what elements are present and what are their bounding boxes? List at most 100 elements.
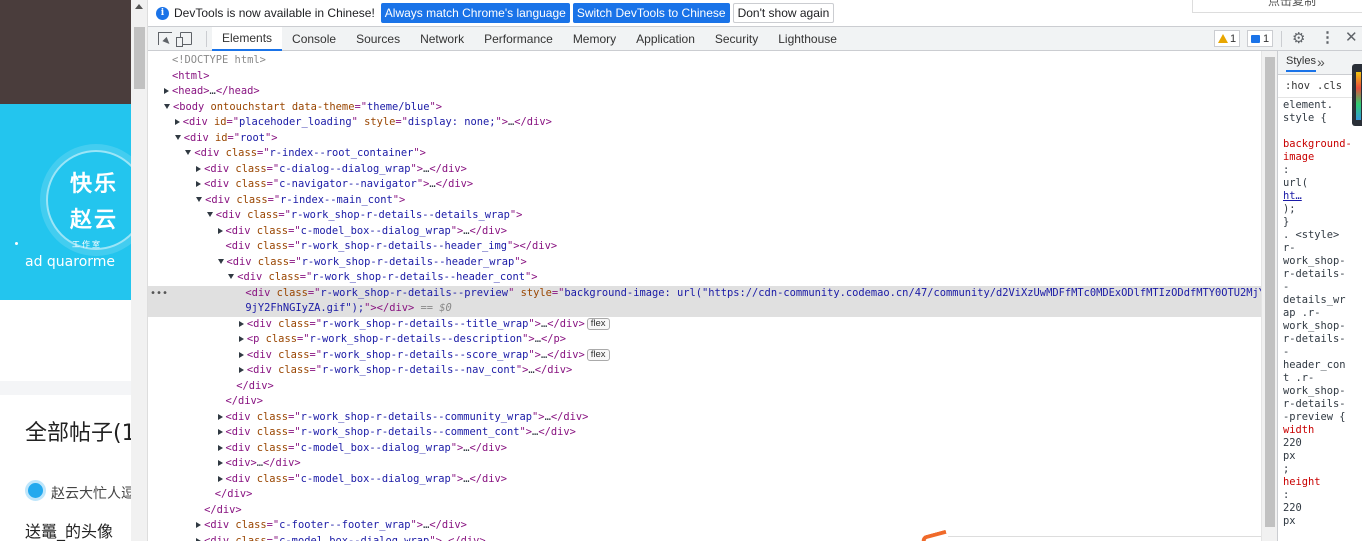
tab-memory[interactable]: Memory (563, 27, 626, 51)
dom-node-row[interactable]: <div class="c-model_box--dialog_wrap">…<… (148, 534, 1261, 541)
tab-elements[interactable]: Elements (212, 27, 283, 51)
cls-toggle[interactable]: .cls (1317, 80, 1342, 92)
scrollbar-thumb[interactable] (134, 27, 145, 89)
dom-node-row[interactable]: <p class="r-work_shop-r-details--descrip… (148, 332, 1261, 348)
dom-node-row[interactable]: <div class="r-work_shop-r-details--comme… (148, 425, 1261, 441)
warnings-badge[interactable]: 1 (1214, 30, 1241, 47)
expand-arrow-icon[interactable] (217, 475, 223, 482)
collapse-arrow-icon[interactable] (164, 103, 170, 109)
expand-arrow-icon[interactable] (196, 181, 202, 187)
dom-node-row[interactable]: <body ontouchstart data-theme="theme/blu… (148, 100, 1261, 116)
tab-application[interactable]: Application (626, 27, 705, 51)
dom-node-row[interactable]: <div class="r-work_shop-r-details--heade… (148, 255, 1261, 271)
dom-node-row[interactable]: <div class="r-work_shop-r-details--score… (148, 348, 1261, 364)
dom-node-row[interactable]: <div class="r-work_shop-r-details--title… (148, 317, 1261, 333)
dom-node-row[interactable]: <div class="c-dialog--dialog_wrap">…</di… (148, 162, 1261, 178)
inspect-element-icon[interactable] (158, 32, 172, 45)
collapse-arrow-icon[interactable] (217, 258, 224, 264)
dom-node-row[interactable]: <div id="placehoder_loading" style="disp… (148, 115, 1261, 131)
author-name[interactable]: 赵云大忙人逗 (51, 483, 131, 503)
markup-token: class (256, 426, 289, 438)
dom-node-row[interactable]: <div class="r-work_shop-r-details--heade… (148, 239, 1261, 255)
markup-token: "></div> (507, 240, 558, 252)
flex-badge[interactable]: flex (586, 348, 610, 361)
expand-arrow-icon[interactable] (217, 413, 223, 420)
collapse-arrow-icon[interactable] (174, 134, 181, 140)
dom-node-row[interactable]: <div>…</div> (148, 456, 1261, 472)
expand-arrow-icon[interactable] (217, 429, 223, 435)
dom-node-row[interactable]: <div class="r-work_shop-r-details--commu… (148, 410, 1261, 426)
css-url-link[interactable]: ht… (1283, 190, 1302, 203)
markup-token: background-image: url("https://cdn-commu… (564, 286, 1261, 299)
tab-lighthouse[interactable]: Lighthouse (768, 27, 847, 51)
elements-scrollbar[interactable] (1261, 51, 1277, 541)
expand-arrow-icon[interactable] (217, 227, 223, 234)
dom-node-row[interactable]: <!DOCTYPE html> (148, 53, 1261, 69)
tab-performance[interactable]: Performance (474, 27, 563, 51)
dom-node-row[interactable]: <div id="root"> (148, 131, 1261, 147)
dom-node-row[interactable]: <div class="r-work_shop-r-details--heade… (148, 270, 1261, 286)
gear-icon[interactable]: ⚙ (1292, 31, 1305, 46)
dom-node-row[interactable]: </div> (148, 487, 1261, 503)
expand-arrow-icon[interactable] (217, 444, 223, 451)
dom-node-row[interactable]: <div class="c-model_box--dialog_wrap">…<… (148, 224, 1261, 240)
tab-console[interactable]: Console (282, 27, 346, 51)
collapse-arrow-icon[interactable] (206, 212, 213, 217)
post-title[interactable]: 送鼉_的头像 (25, 518, 113, 541)
expand-arrow-icon[interactable] (238, 336, 244, 342)
expand-arrow-icon[interactable] (238, 351, 244, 358)
avatar[interactable] (25, 480, 46, 501)
tab-network[interactable]: Network (410, 27, 474, 51)
dom-node-row[interactable]: <div class="r-index--root_container"> (148, 146, 1261, 162)
dom-node-row[interactable]: <div class="c-footer--footer_wrap">…</di… (148, 518, 1261, 534)
hov-toggle[interactable]: :hov (1285, 80, 1310, 92)
css-rule-text: 220 (1283, 437, 1302, 449)
dom-node-row[interactable]: <div class="r-index--main_cont"> (148, 193, 1261, 209)
scroll-up-arrow-icon[interactable] (135, 4, 143, 9)
more-options-icon[interactable]: ⋮ (1320, 30, 1335, 45)
dom-node-row[interactable]: <div class="r-work_shop-r-details--detai… (148, 208, 1261, 224)
dom-node-row[interactable]: </div> (148, 394, 1261, 410)
dom-node-row[interactable]: <div class="c-model_box--dialog_wrap">…<… (148, 472, 1261, 488)
flex-badge[interactable]: flex (586, 317, 610, 330)
expand-arrow-icon[interactable] (196, 537, 202, 541)
expand-arrow-icon[interactable] (238, 320, 244, 327)
page-scrollbar[interactable] (131, 0, 148, 541)
markup-token: "> (413, 147, 426, 159)
close-icon[interactable]: ✕ (1345, 30, 1358, 45)
markup-token: <div (215, 209, 248, 221)
device-toolbar-icon[interactable] (176, 32, 192, 47)
dom-node-row[interactable]: </div> (148, 503, 1261, 519)
tab-styles[interactable]: Styles (1286, 55, 1316, 72)
collapse-arrow-icon[interactable] (185, 150, 192, 155)
dom-node-row[interactable]: <head>…</head> (148, 84, 1261, 100)
expand-arrow-icon[interactable] (196, 522, 202, 528)
dom-node-row[interactable]: <html> (148, 69, 1261, 85)
expand-arrow-icon[interactable] (164, 88, 169, 94)
dont-show-again-button[interactable]: Don't show again (732, 3, 835, 23)
panel-tabs: Elements Console Sources Network Performance… (212, 27, 847, 51)
match-language-button[interactable]: Always match Chrome's language (380, 3, 570, 23)
elements-tree[interactable]: <!DOCTYPE html> <html> <head>…</head> <body… (148, 51, 1261, 541)
dom-node-row[interactable]: <div class="c-navigator--navigator">…</d… (148, 177, 1261, 193)
selected-dom-node[interactable]: ••• <div class="r-work_shop-r-details--pr… (148, 285, 1261, 302)
elements-scrollbar-thumb[interactable] (1265, 57, 1275, 527)
expand-arrow-icon[interactable] (217, 460, 223, 466)
markup-token: r-work_shop-r-details--header_img (300, 240, 508, 252)
dom-node-row[interactable]: </div> (148, 379, 1261, 395)
messages-badge[interactable]: 1 (1247, 30, 1274, 47)
node-actions-icon[interactable]: ••• (150, 286, 168, 302)
dom-node-row[interactable]: <div class="c-model_box--dialog_wrap">…<… (148, 441, 1261, 457)
switch-chinese-button[interactable]: Switch DevTools to Chinese (572, 3, 730, 23)
markup-token: class (278, 364, 310, 376)
dom-node-row[interactable]: <div class="r-work_shop-r-details--nav_c… (148, 363, 1261, 379)
expand-arrow-icon[interactable] (196, 165, 202, 172)
tab-sources[interactable]: Sources (346, 27, 410, 51)
expand-arrow-icon[interactable] (174, 119, 180, 125)
selected-dom-node[interactable]: 9jY2FhNGIyZA.gif");"></div> == $0 (148, 301, 1261, 317)
collapse-arrow-icon[interactable] (196, 196, 203, 202)
more-tabs-icon[interactable]: » (1317, 54, 1325, 70)
expand-arrow-icon[interactable] (238, 367, 244, 373)
tab-security[interactable]: Security (705, 27, 768, 51)
collapse-arrow-icon[interactable] (228, 274, 235, 279)
